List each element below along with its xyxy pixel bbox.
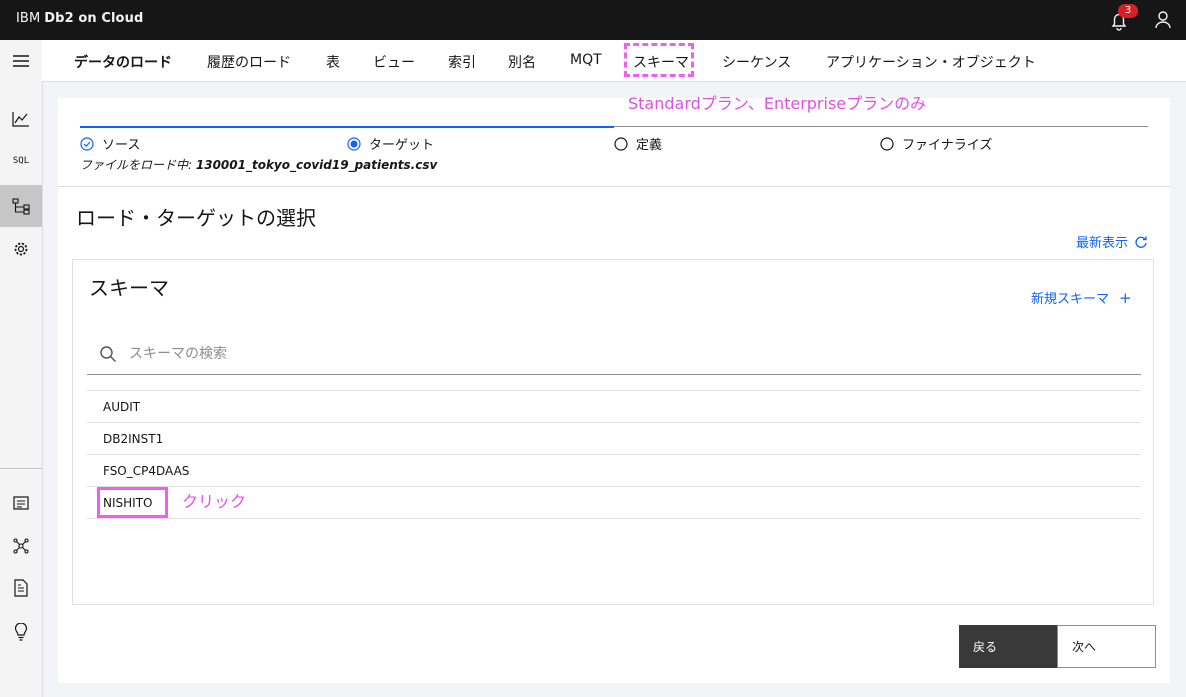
add-icon: + <box>1119 288 1132 307</box>
schema-row-db2inst1[interactable]: DB2INST1 <box>87 422 1141 454</box>
refresh-button[interactable]: 最新表示 <box>1076 232 1148 251</box>
list-nav-button[interactable] <box>0 482 42 524</box>
monitor-nav-button[interactable] <box>0 98 42 140</box>
side-navigation: SQL <box>0 40 43 697</box>
tab-tables[interactable]: 表 <box>326 52 340 72</box>
data-tree-icon <box>12 198 30 215</box>
settings-nav-button[interactable] <box>0 228 42 270</box>
file-prefix: ファイルをロード中: <box>80 158 193 172</box>
tab-load-data[interactable]: データのロード <box>74 52 172 72</box>
page-title: ロード・ターゲットの選択 <box>76 206 316 230</box>
menu-button[interactable] <box>0 40 42 82</box>
tab-sequences[interactable]: シーケンス <box>722 52 791 72</box>
new-schema-button[interactable]: 新規スキーマ + <box>1031 288 1132 308</box>
progress-line-remaining <box>614 126 1148 127</box>
network-icon <box>13 538 29 554</box>
incomplete-step-icon <box>880 136 894 151</box>
document-icon <box>14 579 28 597</box>
help-nav-button[interactable] <box>0 611 42 653</box>
refresh-icon <box>1135 236 1147 248</box>
sql-nav-button[interactable]: SQL <box>0 140 42 182</box>
click-annotation: クリック <box>182 492 247 511</box>
user-profile-button[interactable] <box>1152 9 1174 31</box>
schema-row-fso-cp4daas[interactable]: FSO_CP4DAAS <box>87 454 1141 486</box>
brand-prefix: IBM <box>16 11 41 26</box>
step-label: ソース <box>102 138 141 153</box>
next-button[interactable]: 次へ <box>1057 625 1156 668</box>
card-divider <box>58 186 1170 187</box>
back-button[interactable]: 戻る <box>959 625 1057 668</box>
step-finalize[interactable]: ファイナライズ <box>880 134 992 153</box>
schema-search-input[interactable] <box>127 345 1031 363</box>
nishito-click-highlight <box>97 487 168 518</box>
top-header: IBM Db2 on Cloud 3 <box>0 0 1186 40</box>
step-target[interactable]: ターゲット <box>347 134 434 153</box>
step-label: 定義 <box>636 138 663 153</box>
loading-file-info: ファイルをロード中: 130001_tokyo_covid19_patients… <box>80 156 437 173</box>
data-nav-button[interactable] <box>0 185 42 227</box>
incomplete-step-icon <box>614 136 628 151</box>
brand[interactable]: IBM Db2 on Cloud <box>16 11 143 26</box>
checkmark-circle-icon <box>80 136 94 151</box>
tab-load-history[interactable]: 履歴のロード <box>207 52 291 72</box>
load-wizard-card: ソース ターゲット 定義 ファイナライズ ファイルをロード中: 130001_t… <box>58 98 1170 683</box>
monitor-chart-icon <box>12 112 29 127</box>
tab-aliases[interactable]: 別名 <box>508 52 536 72</box>
current-step-icon <box>347 136 361 151</box>
step-definition[interactable]: 定義 <box>614 134 662 153</box>
brand-name: Db2 on Cloud <box>44 11 144 26</box>
schema-panel: スキーマ 新規スキーマ + AUDIT DB2INST1 FSO_CP4DAAS… <box>72 259 1154 605</box>
schema-tab-highlight <box>624 43 694 77</box>
plan-annotation: Standardプラン、Enterpriseプランのみ <box>628 94 927 113</box>
sql-icon: SQL <box>12 156 30 166</box>
schema-row-audit[interactable]: AUDIT <box>87 390 1141 422</box>
tab-indexes[interactable]: 索引 <box>448 52 476 72</box>
list-icon <box>13 496 29 510</box>
document-nav-button[interactable] <box>0 567 42 609</box>
search-icon <box>100 346 116 362</box>
notification-count-badge: 3 <box>1118 4 1138 18</box>
step-source[interactable]: ソース <box>80 134 140 153</box>
refresh-label: 最新表示 <box>1076 236 1129 251</box>
network-nav-button[interactable] <box>0 525 42 567</box>
user-icon <box>1155 11 1171 29</box>
tab-application-objects[interactable]: アプリケーション・オブジェクト <box>826 52 1036 72</box>
file-name: 130001_tokyo_covid19_patients.csv <box>195 158 438 172</box>
new-schema-label: 新規スキーマ <box>1031 292 1110 307</box>
lightbulb-icon <box>14 623 28 641</box>
progress-line-complete <box>80 126 614 128</box>
step-label: ファイナライズ <box>902 138 993 153</box>
sidebar-divider <box>0 468 42 469</box>
step-label: ターゲット <box>369 138 435 153</box>
menu-icon <box>13 55 29 67</box>
tab-mqt[interactable]: MQT <box>570 52 602 68</box>
schema-panel-title: スキーマ <box>89 276 169 300</box>
object-tabs: データのロード 履歴のロード 表 ビュー 索引 別名 MQT スキーマ シーケン… <box>42 40 1186 82</box>
settings-icon <box>14 242 28 256</box>
tab-views[interactable]: ビュー <box>373 52 415 72</box>
schema-search[interactable] <box>87 334 1141 375</box>
